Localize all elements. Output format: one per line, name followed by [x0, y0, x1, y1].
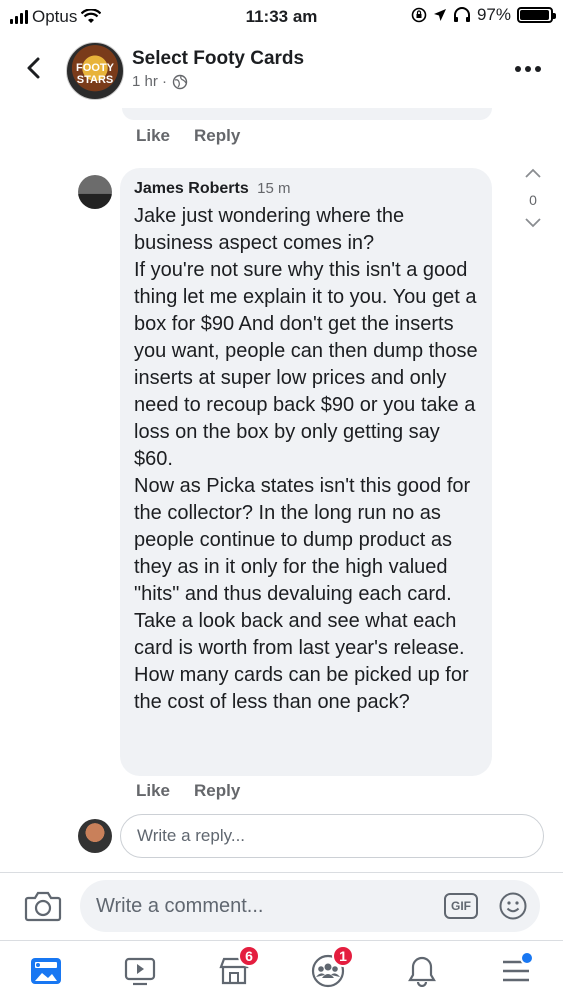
comment-bubble: James Roberts 15 m Jake just wondering w… [120, 168, 492, 776]
upvote-icon[interactable] [523, 167, 543, 179]
reply-input[interactable]: Write a reply... [120, 814, 544, 858]
vote-controls: 0 [520, 166, 546, 234]
comment-input[interactable]: Write a comment... GIF [80, 880, 540, 932]
battery-icon [517, 7, 556, 23]
marketplace-badge: 6 [238, 945, 260, 967]
post-meta: 1 hr · [132, 73, 188, 90]
news-feed-icon [31, 958, 61, 984]
tab-marketplace[interactable]: 6 [214, 945, 260, 991]
commenter-avatar[interactable] [78, 175, 112, 209]
more-options-icon[interactable] [515, 66, 541, 72]
gif-button[interactable]: GIF [444, 893, 478, 919]
page-avatar-logo-text: FOOTY STARS [76, 62, 114, 86]
comment-placeholder: Write a comment... [96, 894, 264, 917]
bell-icon [408, 956, 436, 987]
downvote-icon[interactable] [523, 217, 543, 229]
orientation-lock-icon [411, 7, 427, 23]
globe-icon [172, 74, 188, 89]
comment-text: Jake just wondering where the business a… [134, 205, 478, 713]
battery-percent: 97% [476, 5, 511, 24]
user-avatar [78, 819, 112, 853]
tab-notifications[interactable] [402, 951, 442, 991]
reply-button[interactable]: Reply [194, 781, 240, 801]
tab-menu[interactable] [496, 951, 536, 991]
previous-comment-bubble [122, 108, 492, 120]
previous-reply-button[interactable]: Reply [194, 126, 240, 146]
back-icon[interactable] [20, 54, 48, 82]
status-right: 97% [411, 5, 556, 25]
page-title[interactable]: Select Footy Cards [132, 48, 304, 70]
groups-badge: 1 [332, 945, 354, 967]
headphones-icon [453, 7, 470, 22]
page-avatar[interactable]: FOOTY STARS [66, 42, 124, 100]
emoji-icon[interactable] [498, 891, 528, 921]
camera-icon[interactable] [24, 890, 62, 922]
post-time: 1 hr · [132, 73, 168, 90]
status-bar: Optus 11:33 am 97% [0, 0, 563, 34]
reply-placeholder: Write a reply... [137, 826, 246, 845]
tab-news-feed[interactable] [26, 951, 66, 991]
previous-like-button[interactable]: Like [136, 126, 170, 146]
post-header: FOOTY STARS Select Footy Cards 1 hr · [0, 34, 563, 108]
tab-watch[interactable] [120, 951, 160, 991]
tab-groups[interactable]: 1 [308, 945, 354, 991]
menu-notification-dot [520, 951, 534, 965]
watch-icon [124, 957, 156, 986]
location-icon [433, 9, 446, 21]
comment-author[interactable]: James Roberts [134, 180, 249, 197]
like-button[interactable]: Like [136, 781, 170, 801]
comment-time: 15 m [257, 180, 291, 197]
vote-count: 0 [529, 192, 537, 208]
bottom-tab-bar: 6 1 [0, 940, 563, 1001]
comment-header: James Roberts 15 m [134, 179, 478, 199]
composer-divider [0, 872, 563, 873]
